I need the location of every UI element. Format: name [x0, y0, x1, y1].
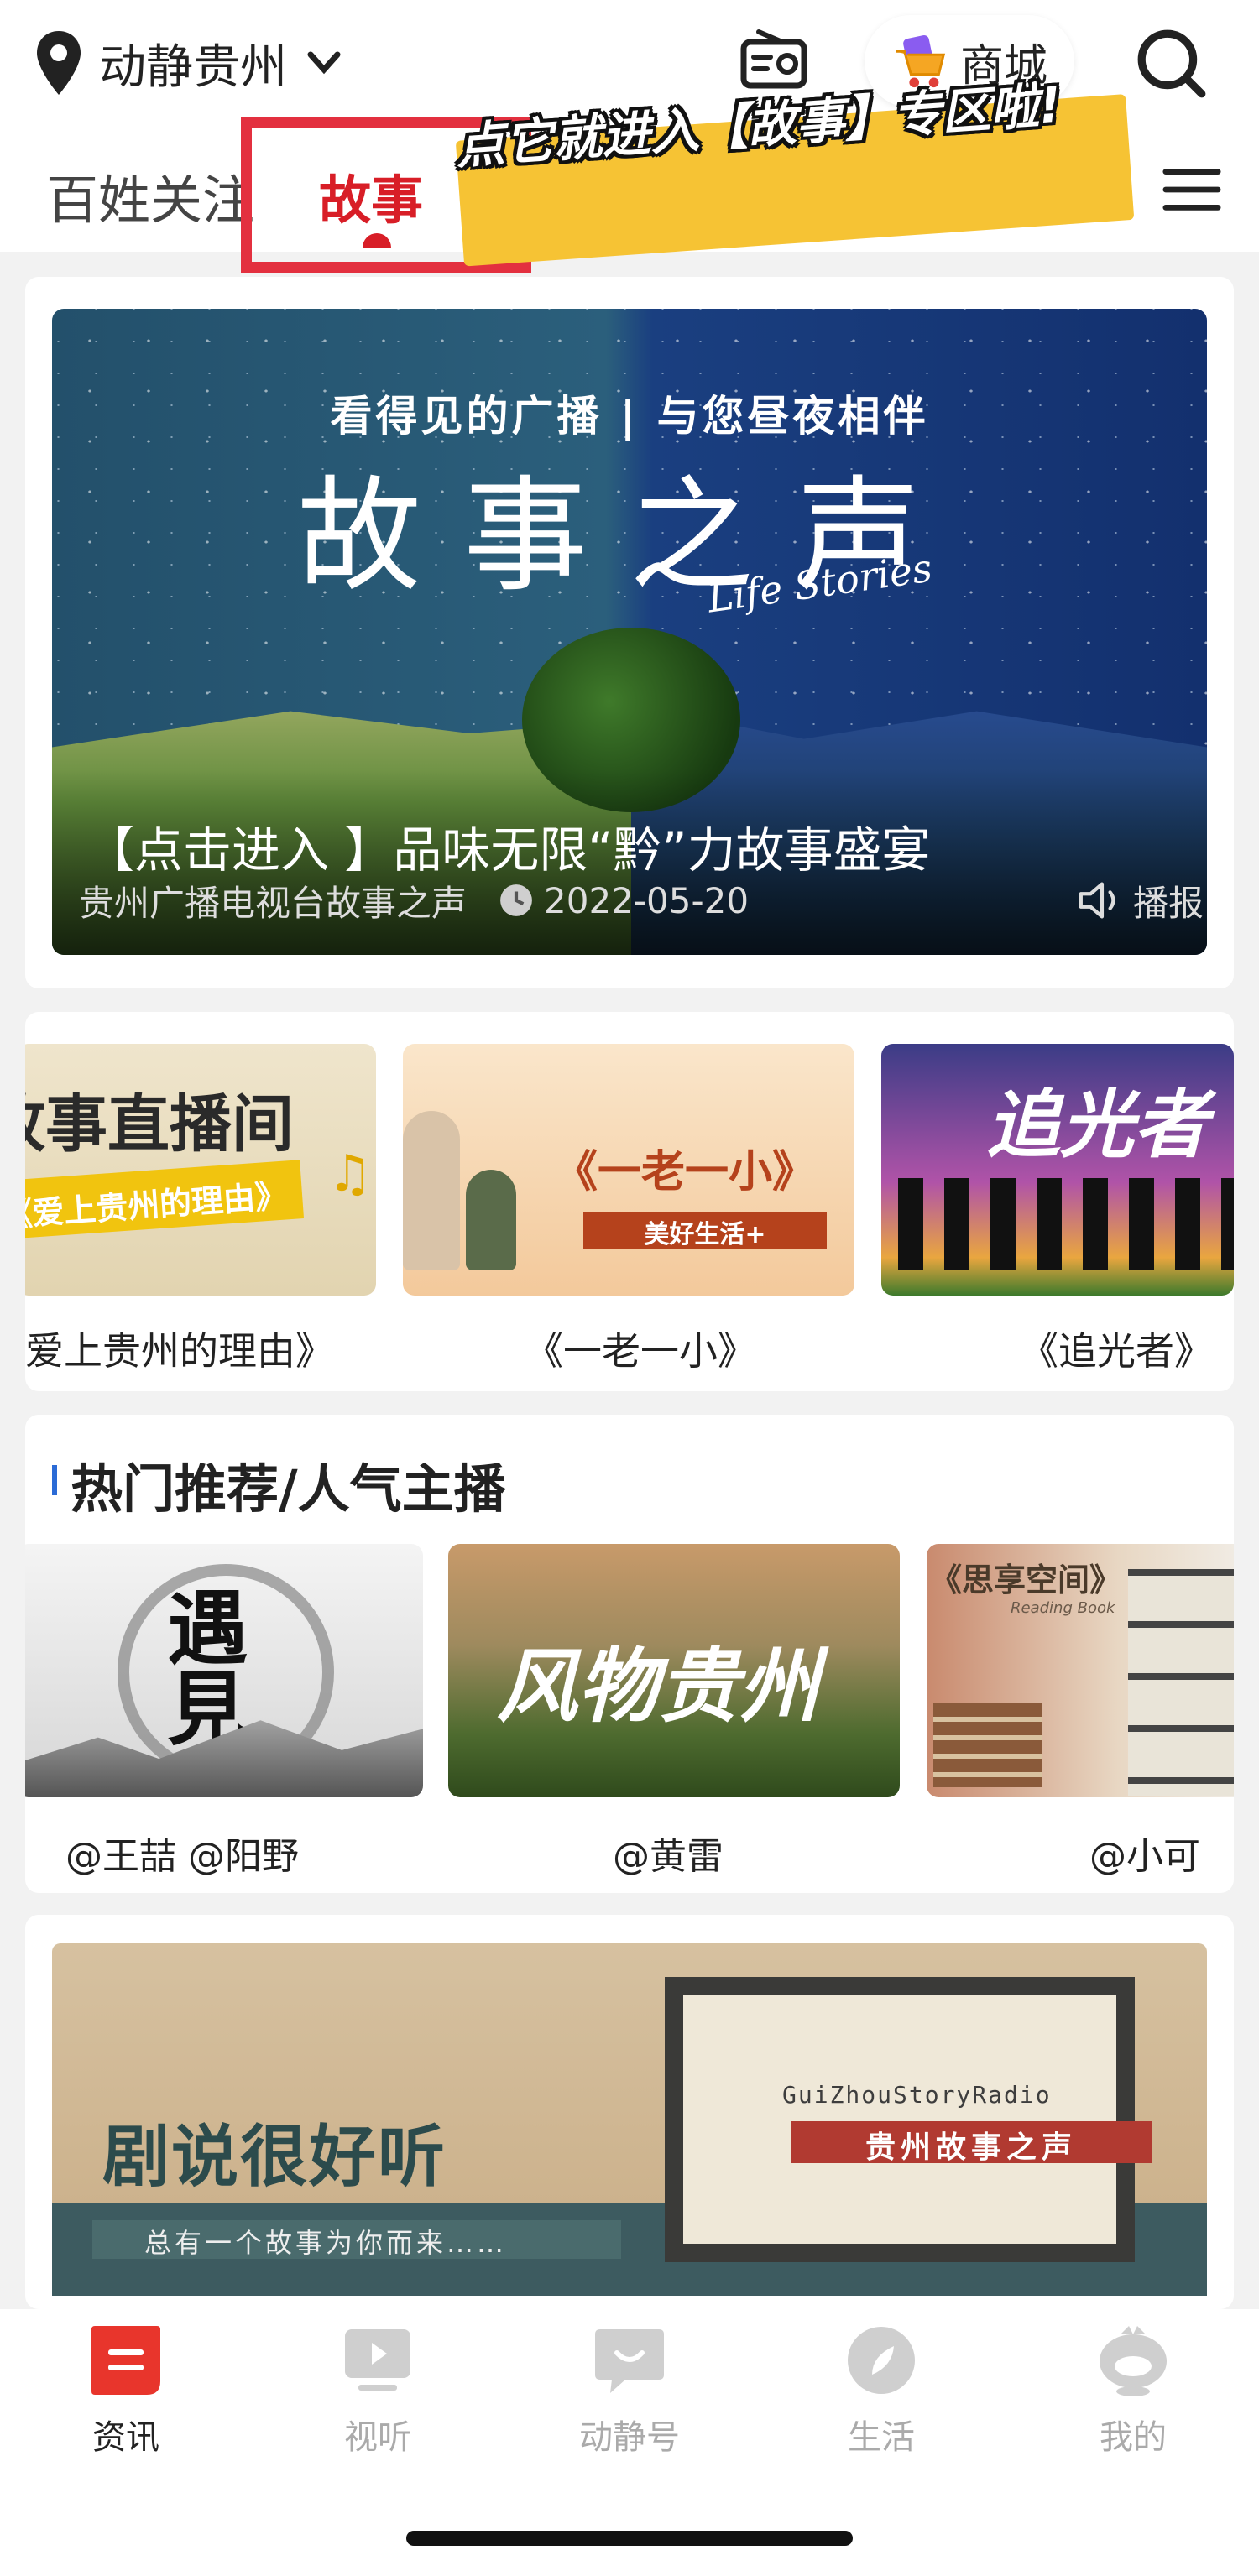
program-label[interactable]: 《追光者》 [1020, 1321, 1213, 1376]
anchor-thumbnail[interactable]: 风物贵州 [448, 1544, 900, 1797]
tv-frame [665, 1977, 1135, 2262]
program-art-title: 故事直播间 [25, 1088, 294, 1160]
chat-bubble-icon [592, 2323, 667, 2398]
nav-item-mine[interactable]: 我的 [1058, 2323, 1209, 2459]
search-icon[interactable] [1133, 25, 1209, 101]
featured-image[interactable]: 看得见的广播 | 与您昼夜相伴 故事之声 Life Stories 【点击进入 … [52, 309, 1207, 955]
music-note-icon: ♫ [327, 1145, 373, 1203]
promo-banner[interactable]: 剧说很好听 总有一个故事为你而来…… GuiZhouStoryRadio 贵州故… [52, 1943, 1207, 2296]
nav-label: 我的 [1100, 2418, 1167, 2457]
silhouettes-illustration [898, 1178, 1234, 1270]
featured-card[interactable]: 看得见的广播 | 与您昼夜相伴 故事之声 Life Stories 【点击进入 … [25, 277, 1234, 988]
nav-label: 视听 [344, 2418, 411, 2457]
location-label: 动静贵州 [99, 39, 287, 95]
program-art-title: 追光者 [986, 1082, 1209, 1168]
nav-item-dongjing[interactable]: 动静号 [554, 2323, 705, 2459]
grandparent-illustration [403, 1111, 460, 1270]
banner-title: 剧说很好听 [102, 2118, 447, 2196]
nav-label: 生活 [848, 2418, 915, 2457]
program-art-title: 《一老一小》 [554, 1147, 817, 1197]
nav-item-life[interactable]: 生活 [806, 2323, 957, 2459]
banner-english-text: GuiZhouStoryRadio [782, 2081, 1052, 2109]
clock-icon [500, 884, 532, 916]
anchor-art-text: 遇見 [154, 1586, 248, 1747]
program-thumbnail[interactable]: 《一老一小》 美好生活+ [403, 1044, 854, 1296]
anchor-thumbnail[interactable]: 遇見 [25, 1544, 423, 1797]
featured-source: 贵州广播电视台故事之声 [79, 882, 468, 924]
program-label[interactable]: 爱上贵州的理由》 [25, 1321, 334, 1376]
broadcast-label[interactable]: 播报 [1133, 875, 1204, 926]
location-selector[interactable]: 动静贵州 [34, 25, 341, 101]
banner-red-label: 贵州故事之声 [865, 2130, 1077, 2165]
nav-item-news[interactable]: 资讯 [50, 2323, 201, 2459]
anchor-label[interactable]: @小可 [1089, 1826, 1200, 1880]
location-pin-icon [37, 31, 81, 95]
hot-recommend-section: 热门推荐/人气主播 遇見 风物贵州 《思享空间》 Reading Book @王… [25, 1415, 1234, 1893]
child-illustration [466, 1170, 516, 1270]
banner-subtitle: 总有一个故事为你而来…… [144, 2227, 508, 2259]
anchor-art-text: 《思享空间》 [930, 1562, 1122, 1598]
anchor-thumbnail[interactable]: 《思享空间》 Reading Book [927, 1544, 1234, 1797]
programs-carousel: 故事直播间 《爱上贵州的理由》 ♫ 《一老一小》 美好生活+ 追光者 爱上贵州的… [25, 1012, 1234, 1391]
radio-icon[interactable] [739, 25, 809, 92]
chevron-down-icon [307, 51, 341, 75]
home-indicator [406, 2531, 853, 2546]
image-title: 故事之声 [297, 464, 962, 608]
compass-icon [844, 2323, 919, 2398]
tab-baixing[interactable]: 百姓关注 [46, 158, 254, 233]
anchor-label[interactable]: @王喆 @阳野 [65, 1826, 299, 1880]
program-thumbnail[interactable]: 追光者 [881, 1044, 1234, 1296]
program-label[interactable]: 《一老一小》 [525, 1321, 756, 1376]
nav-label: 资讯 [92, 2418, 159, 2457]
featured-meta: 贵州广播电视台故事之声 2022-05-20 播报 [79, 879, 1204, 924]
promo-banner-card[interactable]: 剧说很好听 总有一个故事为你而来…… GuiZhouStoryRadio 贵州故… [25, 1915, 1234, 2309]
anchor-label[interactable]: @黄雷 [613, 1826, 724, 1880]
section-title: 热门推荐/人气主播 [71, 1458, 506, 1520]
featured-title[interactable]: 【点击进入 】品味无限“黔”力故事盛宴 [86, 811, 931, 881]
program-art-tag: 美好生活+ [644, 1220, 766, 1249]
nav-label: 动静号 [579, 2418, 680, 2457]
books-illustration [933, 1703, 1042, 1787]
anchor-art-sub: Reading Book [1011, 1599, 1115, 1617]
menu-icon[interactable] [1162, 166, 1221, 213]
featured-date: 2022-05-20 [544, 879, 750, 921]
bookshelf-illustration [1128, 1569, 1234, 1796]
news-icon [88, 2323, 164, 2398]
anchor-art-text: 风物贵州 [497, 1639, 819, 1734]
nav-item-video[interactable]: 视听 [302, 2323, 453, 2459]
program-thumbnail[interactable]: 故事直播间 《爱上贵州的理由》 ♫ [25, 1044, 376, 1296]
speaker-icon[interactable] [1076, 880, 1125, 920]
mascot-icon [1095, 2323, 1171, 2398]
play-icon [340, 2323, 415, 2398]
section-accent-bar [52, 1465, 57, 1495]
